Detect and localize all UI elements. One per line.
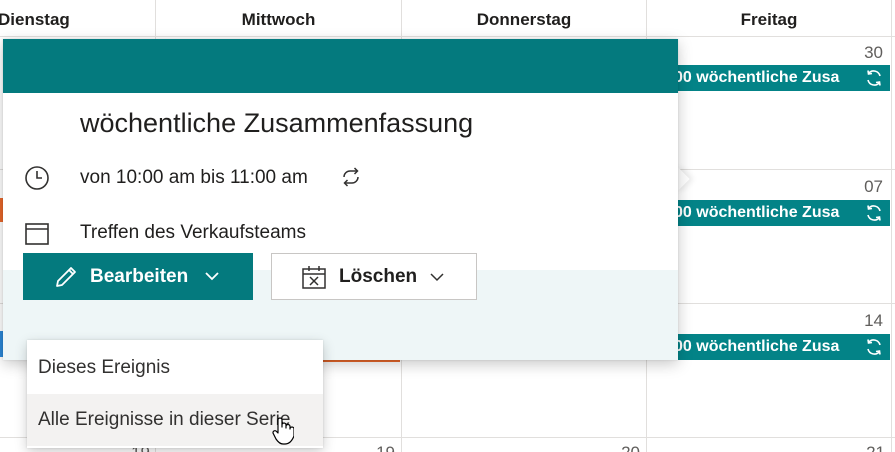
column-header-wednesday: Mittwoch xyxy=(241,10,316,29)
event-title: wöchentliche Zusammenfassung xyxy=(80,108,474,138)
repeat-icon xyxy=(343,167,359,187)
pencil-icon xyxy=(56,267,76,287)
event-bar-label: 00 wöchentliche Zusa xyxy=(674,338,840,355)
day-number[interactable]: 19 xyxy=(355,443,395,452)
sync-icon xyxy=(867,339,881,355)
sync-icon xyxy=(867,70,881,86)
row-divider xyxy=(0,36,895,37)
day-number[interactable]: 21 xyxy=(845,443,885,452)
event-bar[interactable]: 00 wöchentliche Zusa xyxy=(668,65,890,91)
menu-item-this-event[interactable]: Dieses Ereignis xyxy=(27,342,323,394)
edit-button-label: Bearbeiten xyxy=(90,266,189,287)
chevron-down-icon xyxy=(205,272,219,281)
column-divider xyxy=(891,0,892,452)
event-calendar-name: Treffen des Verkaufsteams xyxy=(80,222,307,243)
mouse-pointer-icon xyxy=(272,417,294,445)
calendar-delete-icon xyxy=(302,266,326,289)
clock-icon xyxy=(25,166,49,190)
column-header-thursday: Donnerstag xyxy=(476,10,572,29)
day-number[interactable]: 07 xyxy=(843,177,883,197)
column-header-tuesday: Dienstag xyxy=(0,10,70,29)
calendar-icon xyxy=(25,223,49,245)
event-bar-label: 00 wöchentliche Zusa xyxy=(674,204,840,221)
event-bar-label: 00 wöchentliche Zusa xyxy=(674,69,840,86)
edit-button[interactable]: Bearbeiten xyxy=(23,253,253,300)
chevron-down-icon xyxy=(430,273,444,282)
delete-button[interactable]: Löschen xyxy=(271,253,477,300)
day-number[interactable]: 20 xyxy=(600,443,640,452)
event-bar[interactable]: 00 wöchentliche Zusa xyxy=(668,334,890,360)
popup-header-bar xyxy=(3,39,678,93)
day-number[interactable]: 14 xyxy=(843,311,883,331)
event-details-popup: wöchentliche Zusammenfassung von 10:00 a… xyxy=(3,39,678,360)
delete-button-label: Löschen xyxy=(339,266,418,287)
column-header-friday: Freitag xyxy=(740,10,798,29)
day-number[interactable]: 30 xyxy=(843,43,883,63)
event-bar[interactable]: 00 wöchentliche Zusa xyxy=(668,200,890,226)
sync-icon xyxy=(867,205,881,221)
event-time: von 10:00 am bis 11:00 am xyxy=(80,167,308,188)
